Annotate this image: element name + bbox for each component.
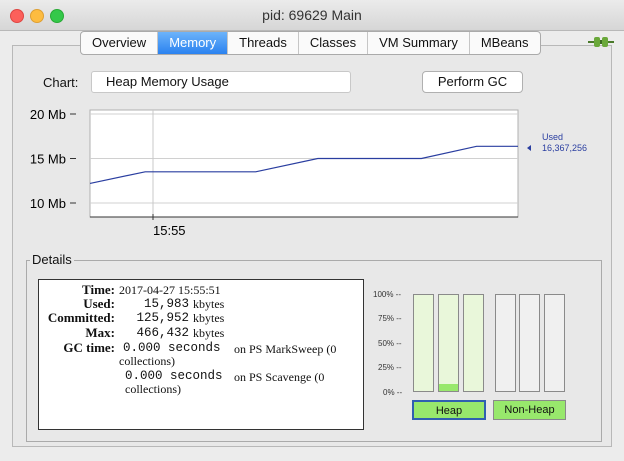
y-tick-label: 15 Mb [30,152,66,167]
perform-gc-button[interactable]: Perform GC [422,71,523,93]
gc-marksweep-value: 0.000 seconds [123,341,221,355]
gc-scavenge-text: on PS Scavenge (0 [234,370,325,384]
nonheap-pool-bar[interactable] [495,294,516,392]
details-title: Details [30,252,74,267]
chart-plot-area [89,109,519,218]
tab-mbeans[interactable]: MBeans [470,32,540,54]
gc-marksweep-text: on PS MarkSweep (0 [234,342,337,356]
heap-pool-bar[interactable] [413,294,434,392]
memory-chart: 20 Mb 15 Mb 10 Mb 15:55 Used 16,367,256 [30,107,587,238]
max-value: 466,432 [136,326,189,340]
nonheap-pool-bar[interactable] [519,294,540,392]
max-unit: kbytes [193,326,225,340]
committed-label: Committed: [47,310,115,325]
nonheap-legend-button[interactable]: Non-Heap [493,400,566,420]
chart-type-select[interactable]: Heap Memory Usage [91,71,351,93]
current-series-label: Used [542,132,563,142]
tab-threads[interactable]: Threads [228,32,299,54]
title-bar: pid: 69629 Main [0,0,624,31]
gc-marksweep-collections: collections) [119,354,175,368]
x-tick-label: 15:55 [153,223,186,238]
gc-scavenge-value: 0.000 seconds [125,369,223,383]
tab-vm-summary[interactable]: VM Summary [368,32,470,54]
connection-plug-icon [588,37,614,47]
max-label: Max: [85,325,115,340]
window-title: pid: 69629 Main [262,7,362,23]
committed-unit: kbytes [193,311,225,325]
current-value-marker [527,145,531,151]
bar-axis-25: 25% -- [378,363,402,372]
bar-axis-50: 50% -- [378,339,402,348]
gc-scavenge-collections: collections) [125,382,181,396]
committed-value: 125,952 [136,311,189,325]
used-unit: kbytes [193,297,225,311]
heap-legend-button[interactable]: Heap [412,400,486,420]
tab-classes[interactable]: Classes [299,32,369,54]
tab-memory[interactable]: Memory [158,32,229,54]
time-value: 2017-04-27 15:55:51 [119,283,221,297]
tab-bar: Overview Memory Threads Classes VM Summa… [80,31,541,55]
current-series-value: 16,367,256 [542,143,587,153]
gc-time-label: GC time: [63,340,115,355]
chart-label: Chart: [43,75,79,90]
heap-pool-fill [439,384,458,391]
bar-axis-100: 100% -- [373,290,402,299]
nonheap-pool-bar[interactable] [544,294,565,392]
used-value: 15,983 [143,297,189,311]
y-tick-label: 10 Mb [30,196,66,211]
bar-axis-75: 75% -- [378,314,402,323]
heap-pool-bar[interactable] [463,294,484,392]
y-tick-label: 20 Mb [30,107,66,122]
details-info-panel: Time: 2017-04-27 15:55:51 Used: 15,983 k… [38,279,364,430]
tab-overview[interactable]: Overview [81,32,159,54]
heap-pool-bar[interactable] [438,294,459,392]
bar-axis-0: 0% -- [383,388,403,397]
